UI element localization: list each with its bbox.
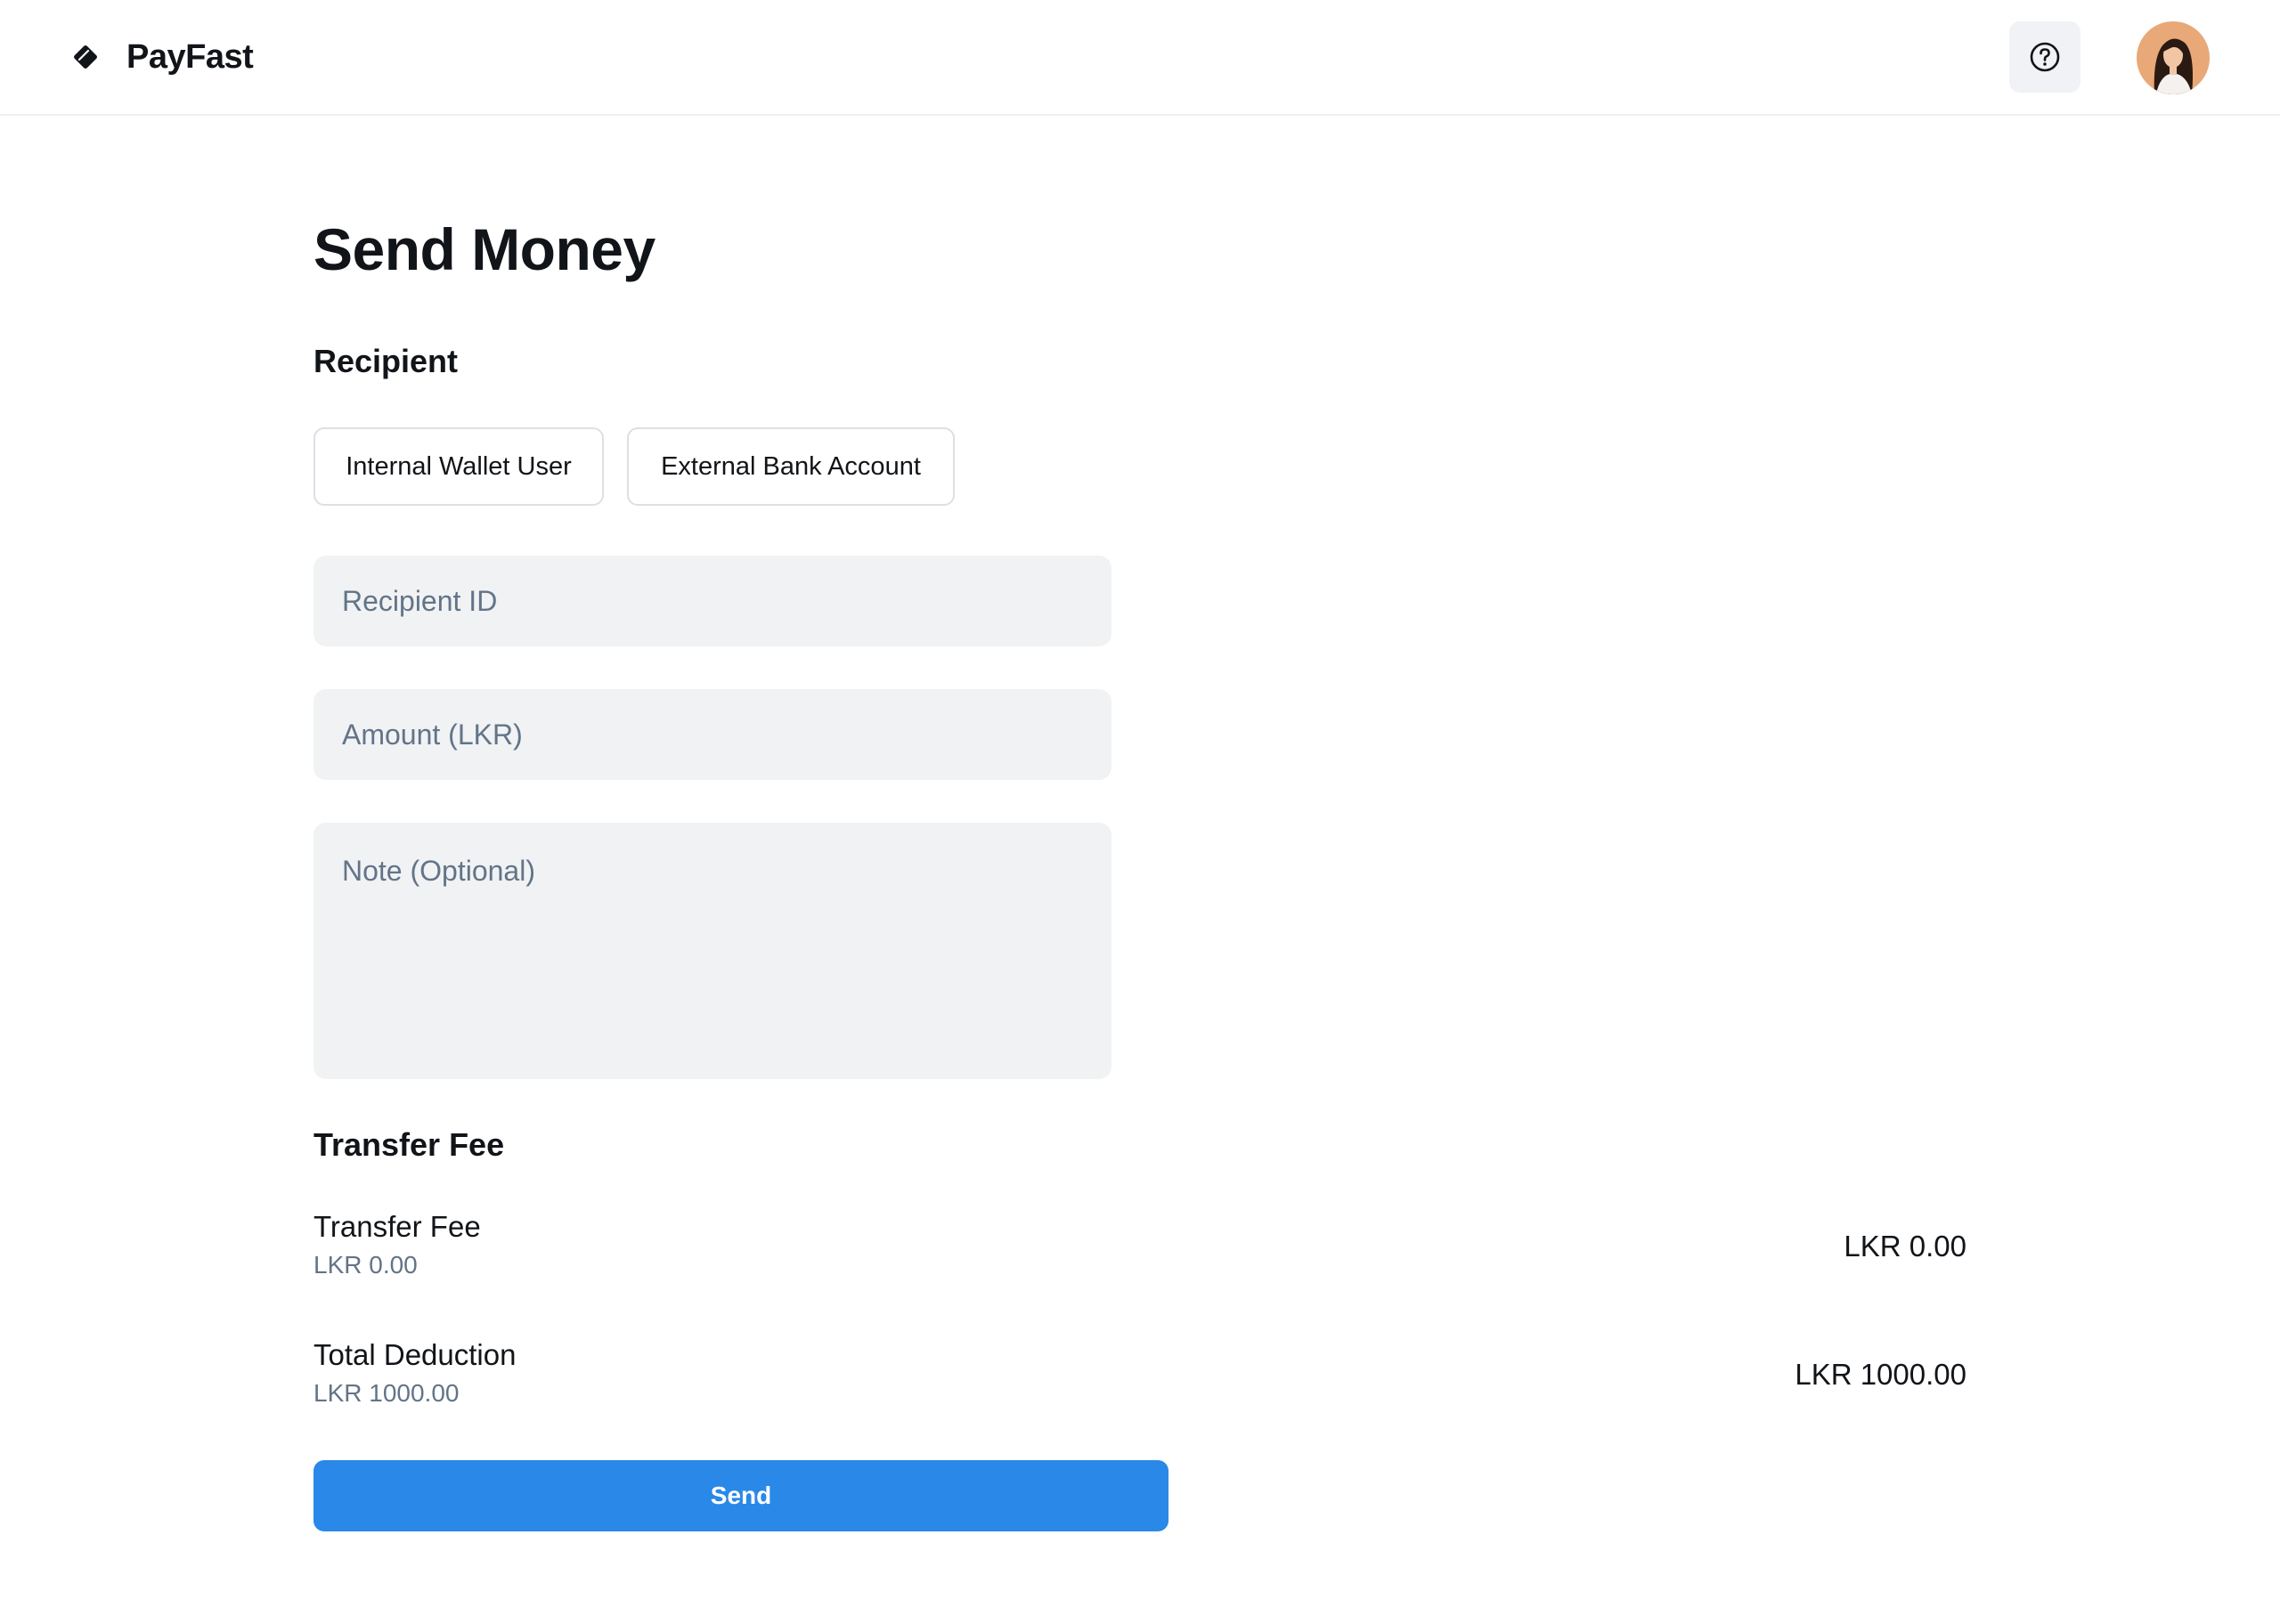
recipient-section-title: Recipient bbox=[314, 343, 459, 379]
fee-row-subtext: LKR 1000.00 bbox=[314, 1379, 460, 1407]
note-textarea[interactable] bbox=[314, 823, 1112, 1079]
question-circle-icon bbox=[2030, 42, 2060, 72]
external-bank-account-option[interactable]: External Bank Account bbox=[627, 427, 955, 506]
fee-row-amount: LKR 1000.00 bbox=[1795, 1358, 1966, 1391]
recipient-id-input[interactable] bbox=[314, 556, 1112, 646]
fee-row-subtext: LKR 0.00 bbox=[314, 1251, 418, 1279]
fee-row-label: Transfer Fee bbox=[314, 1210, 481, 1243]
internal-wallet-user-option[interactable]: Internal Wallet User bbox=[314, 427, 604, 506]
brand[interactable]: PayFast bbox=[71, 30, 254, 84]
top-bar: PayFast bbox=[0, 0, 2280, 116]
transfer-fee-section-title: Transfer Fee bbox=[314, 1126, 505, 1163]
user-avatar[interactable] bbox=[2137, 21, 2210, 94]
brand-name: PayFast bbox=[126, 37, 254, 76]
fee-row-amount: LKR 0.00 bbox=[1844, 1230, 1966, 1263]
total-deduction-row: Total Deduction LKR 1000.00 LKR 1000.00 bbox=[314, 1337, 1966, 1426]
avatar-image bbox=[2137, 21, 2210, 94]
transfer-fee-row: Transfer Fee LKR 0.00 LKR 0.00 bbox=[314, 1209, 1966, 1298]
page-title: Send Money bbox=[314, 216, 656, 282]
wallet-tag-icon bbox=[74, 45, 97, 69]
send-button[interactable]: Send bbox=[314, 1460, 1168, 1531]
help-button[interactable] bbox=[2009, 21, 2080, 93]
fee-row-label: Total Deduction bbox=[314, 1338, 517, 1371]
amount-input[interactable] bbox=[314, 689, 1112, 780]
